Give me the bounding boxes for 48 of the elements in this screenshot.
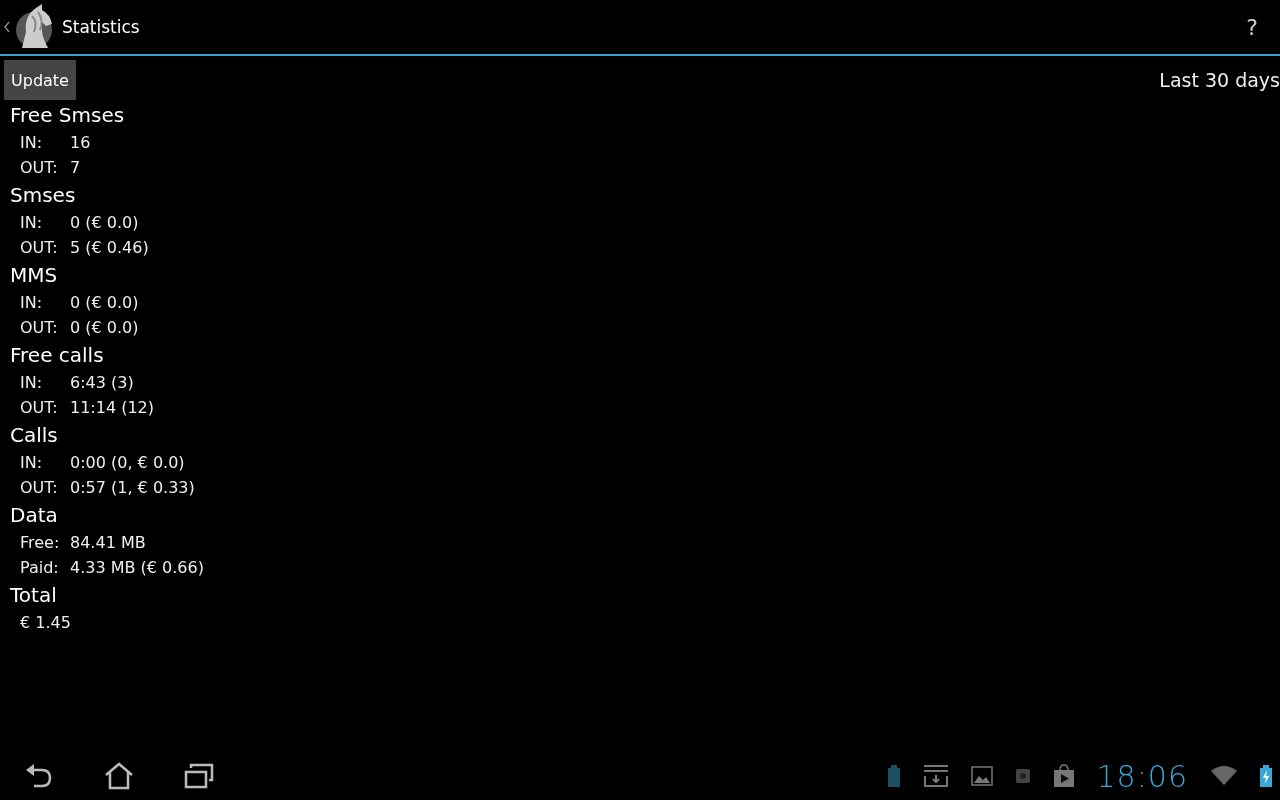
section-title: Free calls xyxy=(10,342,105,369)
help-button[interactable]: ? xyxy=(1224,0,1280,54)
stat-value: 7 xyxy=(70,157,81,179)
back-caret-icon[interactable] xyxy=(4,21,10,33)
section-title: Total xyxy=(10,582,58,609)
stat-value: 0:57 (1, € 0.33) xyxy=(70,477,195,499)
update-button[interactable]: Update xyxy=(4,60,76,100)
charging-battery-icon xyxy=(1260,765,1272,787)
home-icon[interactable] xyxy=(104,762,134,790)
period-label: Last 30 days xyxy=(1159,69,1280,91)
stat-label: IN: xyxy=(20,372,44,394)
stat-label: IN: xyxy=(20,132,44,154)
stat-label: OUT: xyxy=(20,157,59,179)
section-title: MMS xyxy=(10,262,59,289)
stat-value: 5 (€ 0.46) xyxy=(70,237,149,259)
stat-label: Free: xyxy=(20,532,61,554)
stat-label: IN: xyxy=(20,212,44,234)
stat-label: OUT: xyxy=(20,477,59,499)
shopping-bag-icon xyxy=(1052,764,1075,788)
wifi-icon xyxy=(1210,766,1238,786)
stat-label: IN: xyxy=(20,292,44,314)
recent-apps-icon[interactable] xyxy=(184,762,214,790)
stat-label: OUT: xyxy=(20,317,59,339)
section-title: Calls xyxy=(10,422,59,449)
image-icon xyxy=(970,766,993,786)
stat-label: OUT: xyxy=(20,237,59,259)
section-title: Smses xyxy=(10,182,77,209)
camera-icon xyxy=(1014,768,1031,784)
stat-value: 0:00 (0, € 0.0) xyxy=(70,452,185,474)
clock-time: 18:06 xyxy=(1096,758,1188,794)
stat-value: 11:14 (12) xyxy=(70,397,155,419)
screen-title: Statistics xyxy=(62,17,140,37)
section-title: Free Smses xyxy=(10,102,126,129)
stat-value: 84.41 MB xyxy=(70,532,146,554)
stat-label: Paid: xyxy=(20,557,60,579)
stat-value: € 1.45 xyxy=(20,612,71,634)
stat-value: 4.33 MB (€ 0.66) xyxy=(70,557,204,579)
stat-value: 6:43 (3) xyxy=(70,372,134,394)
back-icon[interactable] xyxy=(24,762,54,790)
stat-label: IN: xyxy=(20,452,44,474)
stat-value: 16 xyxy=(70,132,91,154)
section-title: Data xyxy=(10,502,59,529)
stat-label: OUT: xyxy=(20,397,59,419)
stat-value: 0 (€ 0.0) xyxy=(70,317,139,339)
download-icon xyxy=(922,764,949,788)
battery-icon xyxy=(886,765,901,787)
stat-value: 0 (€ 0.0) xyxy=(70,212,139,234)
stat-value: 0 (€ 0.0) xyxy=(70,292,139,314)
